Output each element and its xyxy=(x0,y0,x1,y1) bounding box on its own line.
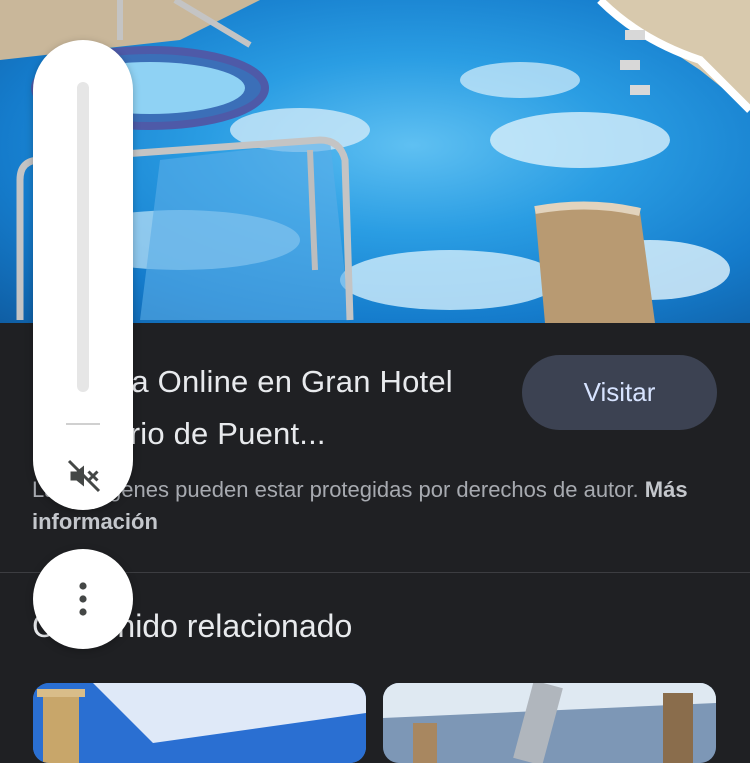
visit-button[interactable]: Visitar xyxy=(522,355,717,430)
copyright-notice: Las imágenes pueden estar protegidas por… xyxy=(32,474,692,538)
spa-interior-illustration xyxy=(33,683,366,763)
more-vert-icon xyxy=(79,582,87,616)
related-thumbnail-1[interactable] xyxy=(33,683,366,763)
more-options-button[interactable] xyxy=(33,549,133,649)
volume-off-icon[interactable] xyxy=(66,458,102,494)
volume-separator xyxy=(66,423,100,425)
spa-jet-illustration xyxy=(383,683,716,763)
related-thumbnail-2[interactable] xyxy=(383,683,716,763)
volume-panel[interactable] xyxy=(33,40,133,510)
volume-slider[interactable] xyxy=(77,82,89,392)
